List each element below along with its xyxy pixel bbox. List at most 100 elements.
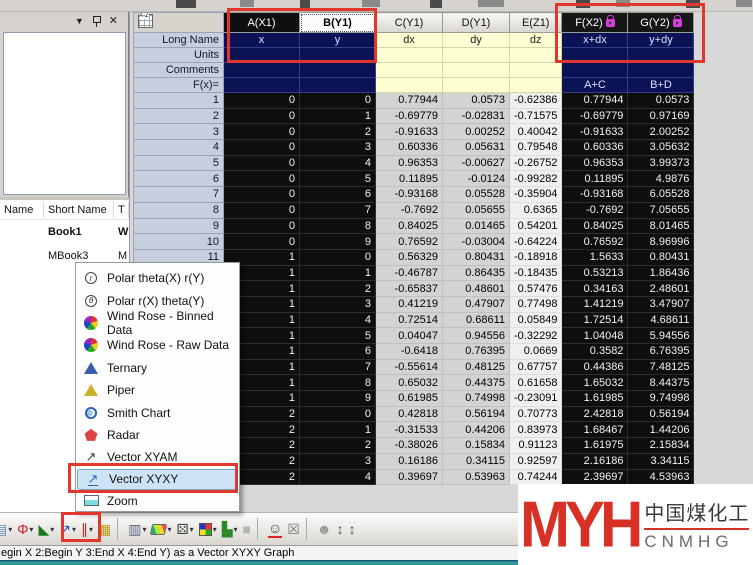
- data-cell[interactable]: 0.56329: [376, 249, 443, 265]
- rescale-axis2-button[interactable]: ↕: [347, 516, 358, 542]
- header-cell[interactable]: [376, 48, 443, 63]
- data-cell[interactable]: 7.48125: [628, 359, 694, 375]
- row-number[interactable]: 1: [134, 93, 224, 109]
- data-cell[interactable]: 5: [300, 328, 376, 344]
- data-cell[interactable]: 1: [300, 108, 376, 124]
- data-cell[interactable]: 0.65032: [376, 375, 443, 391]
- data-cell[interactable]: 1.68467: [562, 422, 628, 438]
- data-cell[interactable]: 7: [300, 359, 376, 375]
- data-cell[interactable]: 8: [300, 218, 376, 234]
- menu-item-wind-rose-raw-data[interactable]: Wind Rose - Raw Data: [76, 334, 239, 356]
- histogram-button[interactable]: ▙▾: [220, 516, 240, 542]
- menu-item-polar-theta-x-r-y[interactable]: rPolar theta(X) r(Y): [76, 267, 239, 289]
- data-cell[interactable]: 2: [300, 438, 376, 454]
- row-number[interactable]: 4: [134, 140, 224, 156]
- collapse-icon[interactable]: ▼: [75, 16, 84, 26]
- data-cell[interactable]: -0.00627: [443, 155, 510, 171]
- row-label[interactable]: F(x)=: [134, 78, 224, 93]
- column-header-G(Y2)[interactable]: G(Y2): [628, 13, 694, 33]
- data-cell[interactable]: 0.11895: [562, 171, 628, 187]
- col-short-name[interactable]: Short Name: [44, 202, 114, 218]
- data-cell[interactable]: -0.46787: [376, 265, 443, 281]
- data-cell[interactable]: 0.68611: [443, 312, 510, 328]
- row-number[interactable]: 10: [134, 234, 224, 250]
- column-header-B(Y1)[interactable]: B(Y1): [300, 13, 376, 33]
- data-cell[interactable]: 0.48125: [443, 359, 510, 375]
- data-cell[interactable]: 0: [300, 249, 376, 265]
- data-cell[interactable]: -0.18435: [510, 265, 562, 281]
- data-cell[interactable]: 0.76592: [562, 234, 628, 250]
- data-cell[interactable]: 4: [300, 155, 376, 171]
- data-cell[interactable]: 1.65032: [562, 375, 628, 391]
- 3d-book-button[interactable]: ▦: [96, 516, 113, 542]
- header-cell[interactable]: [443, 63, 510, 78]
- data-cell[interactable]: 0.3582: [562, 344, 628, 360]
- header-cell[interactable]: [300, 78, 376, 93]
- 3d-scatter-button[interactable]: ⚄▾: [175, 516, 196, 542]
- data-cell[interactable]: -0.99282: [510, 171, 562, 187]
- blank-button[interactable]: ■: [241, 516, 253, 542]
- data-cell[interactable]: 7.05655: [628, 202, 694, 218]
- header-cell[interactable]: [443, 48, 510, 63]
- data-cell[interactable]: 0.76592: [376, 234, 443, 250]
- data-cell[interactable]: 0: [300, 93, 376, 109]
- 3d-column-button[interactable]: ▥▾: [126, 516, 148, 542]
- data-cell[interactable]: 1.72514: [562, 312, 628, 328]
- header-cell[interactable]: [224, 78, 300, 93]
- mask-toggle-button[interactable]: ☻: [315, 516, 334, 542]
- data-cell[interactable]: 0.86435: [443, 265, 510, 281]
- data-cell[interactable]: 0.60336: [562, 140, 628, 156]
- dropdown-arrow-icon[interactable]: ▾: [50, 525, 54, 534]
- data-cell[interactable]: 0.84025: [562, 218, 628, 234]
- data-cell[interactable]: 2.15834: [628, 438, 694, 454]
- data-cell[interactable]: -0.02831: [443, 108, 510, 124]
- data-cell[interactable]: 0.05528: [443, 187, 510, 203]
- data-cell[interactable]: 0.76395: [443, 344, 510, 360]
- data-cell[interactable]: 7: [300, 202, 376, 218]
- data-cell[interactable]: 3: [300, 140, 376, 156]
- dropdown-arrow-icon[interactable]: ▾: [167, 525, 171, 534]
- header-cell[interactable]: B+D: [628, 78, 694, 93]
- data-cell[interactable]: 6.05528: [628, 187, 694, 203]
- data-cell[interactable]: 2: [300, 124, 376, 140]
- data-cell[interactable]: 1: [300, 265, 376, 281]
- row-number[interactable]: 8: [134, 202, 224, 218]
- close-icon[interactable]: ✕: [109, 16, 118, 26]
- data-cell[interactable]: 0.0573: [628, 93, 694, 109]
- header-cell[interactable]: dz: [510, 33, 562, 48]
- row-number[interactable]: 7: [134, 187, 224, 203]
- folder-tree[interactable]: [3, 32, 126, 195]
- dropdown-arrow-icon[interactable]: ▾: [233, 525, 237, 534]
- 3d-surface-button[interactable]: ▾: [149, 516, 173, 542]
- data-cell[interactable]: 0.34115: [443, 453, 510, 469]
- column-header-C(Y1)[interactable]: C(Y1): [376, 13, 443, 33]
- menu-item-zoom[interactable]: Zoom: [76, 490, 239, 512]
- data-cell[interactable]: -0.71575: [510, 108, 562, 124]
- header-cell[interactable]: y+dy: [628, 33, 694, 48]
- data-cell[interactable]: 0.39697: [376, 469, 443, 485]
- menu-item-vector-xyam[interactable]: ↗Vector XYAM: [76, 446, 239, 468]
- data-cell[interactable]: 9: [300, 391, 376, 407]
- data-cell[interactable]: 0.0669: [510, 344, 562, 360]
- row-number[interactable]: 5: [134, 155, 224, 171]
- data-cell[interactable]: 6: [300, 187, 376, 203]
- row-number[interactable]: 9: [134, 218, 224, 234]
- data-cell[interactable]: 3: [300, 453, 376, 469]
- data-cell[interactable]: -0.23091: [510, 391, 562, 407]
- data-cell[interactable]: 4.53963: [628, 469, 694, 485]
- menu-item-piper[interactable]: Piper: [76, 379, 239, 401]
- header-cell[interactable]: [443, 78, 510, 93]
- data-cell[interactable]: 8.44375: [628, 375, 694, 391]
- data-cell[interactable]: 6: [300, 344, 376, 360]
- dropdown-arrow-icon[interactable]: ▾: [213, 525, 217, 534]
- menu-item-vector-xyxy[interactable]: ↗Vector XYXY: [77, 469, 238, 490]
- dropdown-arrow-icon[interactable]: ▾: [29, 525, 33, 534]
- data-cell[interactable]: -0.38026: [376, 438, 443, 454]
- data-cell[interactable]: -0.91633: [376, 124, 443, 140]
- data-cell[interactable]: -0.32292: [510, 328, 562, 344]
- data-cell[interactable]: 0.56194: [628, 406, 694, 422]
- header-cell[interactable]: [562, 48, 628, 63]
- data-cell[interactable]: 1.5633: [562, 249, 628, 265]
- data-cell[interactable]: 9.74998: [628, 391, 694, 407]
- data-cell[interactable]: 0: [300, 406, 376, 422]
